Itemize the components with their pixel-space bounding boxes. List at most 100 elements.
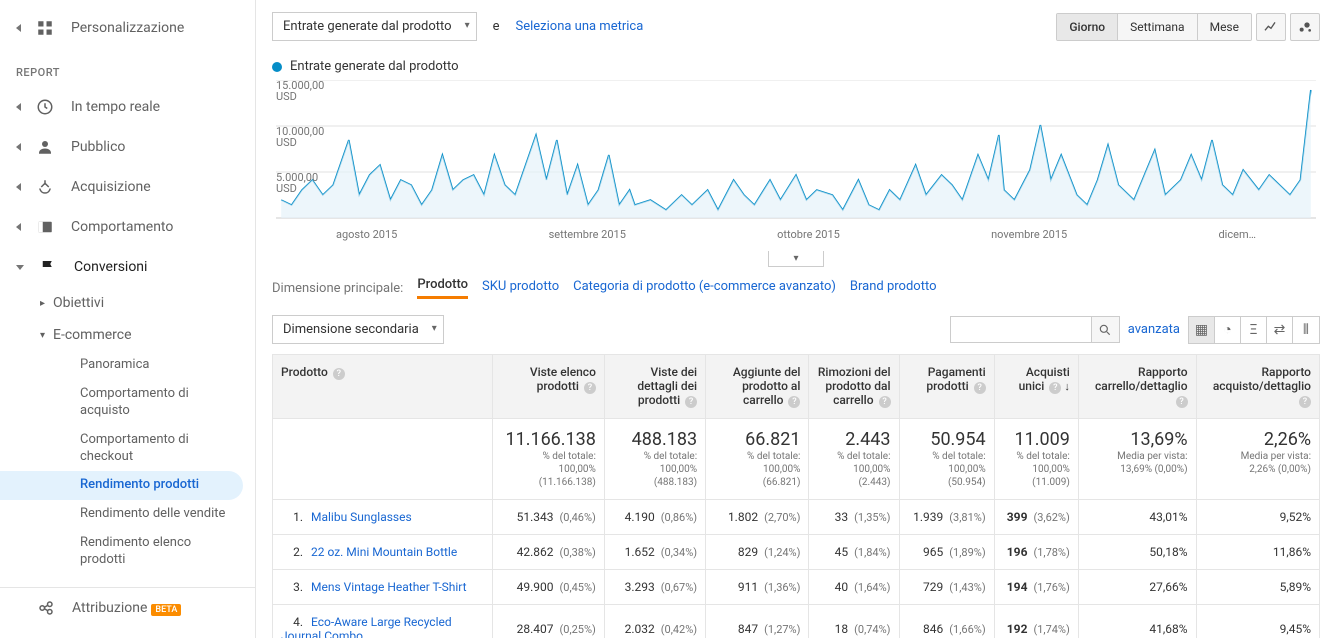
- secondary-dimension-dropdown[interactable]: Dimensione secondaria: [272, 315, 444, 344]
- sidebar-item-label: Comportamento: [71, 219, 173, 235]
- sidebar-item-personalizzazione[interactable]: Personalizzazione: [0, 8, 255, 48]
- dim-tab-categoria[interactable]: Categoria di prodotto (e-commerce avanza…: [573, 279, 836, 298]
- table-totals-row: 11.166.138% del totale:100,00%(11.166.13…: [273, 419, 1320, 500]
- second-metric-link[interactable]: Seleziona una metrica: [516, 19, 644, 34]
- sidebar-sub-label: E-commerce: [53, 327, 131, 343]
- help-icon[interactable]: ?: [333, 368, 345, 380]
- th-rimozioni[interactable]: Rimozioni del prodotto dal carrello ?: [809, 355, 899, 419]
- help-icon[interactable]: ?: [1176, 396, 1188, 408]
- metric-dropdown[interactable]: Entrate generate dal prodotto: [272, 12, 477, 41]
- search-button[interactable]: [1091, 317, 1119, 342]
- sidebar-item-label: AttribuzioneBETA: [72, 600, 181, 616]
- table-row: 2.22 oz. Mini Mountain Bottle42.862(0,38…: [273, 535, 1320, 570]
- separator-e: e: [493, 19, 500, 34]
- dim-tab-prodotto[interactable]: Prodotto: [417, 277, 468, 299]
- sidebar-item-behavior[interactable]: Comportamento: [0, 207, 255, 247]
- sidebar-sub-obiettivi[interactable]: Obiettivi: [0, 287, 255, 319]
- caret-down-icon: [16, 265, 24, 270]
- sidebar-sub-label: Obiettivi: [53, 295, 104, 311]
- sidebar-sub-ecommerce[interactable]: E-commerce: [0, 319, 255, 351]
- search-box: [950, 316, 1120, 343]
- dashboard-icon: [35, 18, 55, 38]
- table-row: 3.Mens Vintage Heather T-Shirt49.900(0,4…: [273, 570, 1320, 605]
- product-link[interactable]: Mens Vintage Heather T-Shirt: [311, 580, 467, 594]
- clock-icon: [35, 97, 55, 117]
- table-row: 4.Eco-Aware Large Recycled Journal Combo…: [273, 605, 1320, 638]
- sidebar-item-audience[interactable]: Pubblico: [0, 127, 255, 167]
- chart-expand-handle[interactable]: ▾: [256, 250, 1336, 267]
- report-section-label: REPORT: [0, 48, 255, 87]
- help-icon[interactable]: ?: [788, 396, 800, 408]
- table-header-row: Prodotto ? Viste elenco prodotti ? Viste…: [273, 355, 1320, 419]
- legend-dot-icon: [272, 62, 282, 72]
- caret-icon: [16, 183, 21, 191]
- chart-toolbar: Entrate generate dal prodotto e Selezion…: [256, 0, 1336, 53]
- th-aggiunte[interactable]: Aggiunte del prodotto al carrello ?: [706, 355, 809, 419]
- sidebar-subsub-panoramica[interactable]: Panoramica: [0, 351, 255, 380]
- dim-tab-sku[interactable]: SKU prodotto: [482, 279, 559, 298]
- view-buttons: ▦ ◔ Ξ ⇄ ⫴: [1188, 316, 1320, 344]
- th-viste-dettagli[interactable]: Viste dei dettagli dei prodotti ?: [604, 355, 705, 419]
- sidebar-item-label: Conversioni: [74, 259, 147, 275]
- chart-x-labels: agosto 2015settembre 2015ottobre 2015nov…: [276, 224, 1316, 241]
- chart-legend: Entrate generate dal prodotto: [256, 53, 1336, 80]
- btn-settimana[interactable]: Settimana: [1118, 14, 1197, 40]
- th-rapporto-acquisto[interactable]: Rapporto acquisto/dettaglio ?: [1196, 355, 1319, 419]
- sidebar-item-label: In tempo reale: [71, 99, 160, 115]
- main-content: Entrate generate dal prodotto e Selezion…: [256, 0, 1336, 638]
- sidebar-item-conversions[interactable]: Conversioni: [0, 247, 255, 287]
- chart-area: 15.000,00 USD 10.000,00 USD 5.000,00 USD…: [256, 80, 1336, 250]
- chart-type-line-icon[interactable]: [1256, 13, 1286, 41]
- sidebar-subsub-rendimento-vendite[interactable]: Rendimento delle vendite: [0, 500, 255, 529]
- caret-icon: [16, 103, 21, 111]
- th-acquisti-unici[interactable]: Acquisti unici ? ↓: [994, 355, 1078, 419]
- line-chart[interactable]: [276, 80, 1316, 220]
- product-link[interactable]: Eco-Aware Large Recycled Journal Combo: [281, 615, 452, 638]
- data-table: Prodotto ? Viste elenco prodotti ? Viste…: [272, 354, 1320, 638]
- sidebar-item-realtime[interactable]: In tempo reale: [0, 87, 255, 127]
- help-icon[interactable]: ?: [879, 396, 891, 408]
- sidebar-subsub-comportamento-acquisto[interactable]: Comportamento di acquisto: [0, 380, 255, 426]
- btn-giorno[interactable]: Giorno: [1057, 14, 1118, 40]
- sidebar-item-attribuzione[interactable]: AttribuzioneBETA: [0, 587, 255, 628]
- advanced-link[interactable]: avanzata: [1128, 322, 1180, 337]
- caret-icon: [16, 24, 21, 32]
- help-icon[interactable]: ?: [584, 382, 596, 394]
- product-link[interactable]: Malibu Sunglasses: [311, 510, 412, 524]
- view-pie-icon[interactable]: ◔: [1215, 317, 1241, 343]
- view-comparison-icon[interactable]: ⇄: [1267, 317, 1293, 343]
- th-rapporto-carrello[interactable]: Rapporto carrello/dettaglio ?: [1078, 355, 1196, 419]
- help-icon[interactable]: ?: [974, 382, 986, 394]
- table-row: 1.Malibu Sunglasses51.343(0,46%)4.190(0,…: [273, 500, 1320, 535]
- sidebar-item-label: Pubblico: [71, 139, 125, 155]
- sidebar-subsub-rendimento-elenco[interactable]: Rendimento elenco prodotti: [0, 529, 255, 575]
- th-prodotto[interactable]: Prodotto ?: [273, 355, 493, 419]
- view-pivot-icon[interactable]: ⫴: [1293, 317, 1319, 343]
- sidebar-item-acquisition[interactable]: Acquisizione: [0, 167, 255, 207]
- btn-mese[interactable]: Mese: [1198, 14, 1251, 40]
- beta-badge: BETA: [151, 604, 181, 616]
- person-icon: [35, 137, 55, 157]
- caret-icon: [16, 223, 21, 231]
- sidebar-item-label: Acquisizione: [71, 179, 151, 195]
- view-table-icon[interactable]: ▦: [1189, 317, 1215, 343]
- dim-tab-brand[interactable]: Brand prodotto: [850, 279, 937, 298]
- sidebar: Personalizzazione REPORT In tempo reale …: [0, 0, 256, 638]
- sidebar-item-scopri[interactable]: Scopri: [0, 628, 255, 638]
- behavior-icon: [35, 217, 55, 237]
- view-bar-icon[interactable]: Ξ: [1241, 317, 1267, 343]
- help-icon[interactable]: ?: [685, 396, 697, 408]
- flag-icon: [38, 257, 58, 277]
- sort-desc-icon: ↓: [1064, 380, 1070, 393]
- legend-label: Entrate generate dal prodotto: [290, 59, 459, 74]
- help-icon[interactable]: ?: [1049, 382, 1061, 394]
- search-input[interactable]: [951, 317, 1091, 342]
- chart-type-motion-icon[interactable]: [1290, 13, 1320, 41]
- product-link[interactable]: 22 oz. Mini Mountain Bottle: [311, 545, 457, 559]
- sidebar-subsub-rendimento-prodotti[interactable]: Rendimento prodotti: [0, 471, 243, 500]
- sidebar-subsub-comportamento-checkout[interactable]: Comportamento di checkout: [0, 426, 255, 472]
- sidebar-item-label: Personalizzazione: [71, 20, 184, 36]
- th-pagamenti[interactable]: Pagamenti prodotti ?: [899, 355, 994, 419]
- help-icon[interactable]: ?: [1299, 396, 1311, 408]
- th-viste-elenco[interactable]: Viste elenco prodotti ?: [493, 355, 605, 419]
